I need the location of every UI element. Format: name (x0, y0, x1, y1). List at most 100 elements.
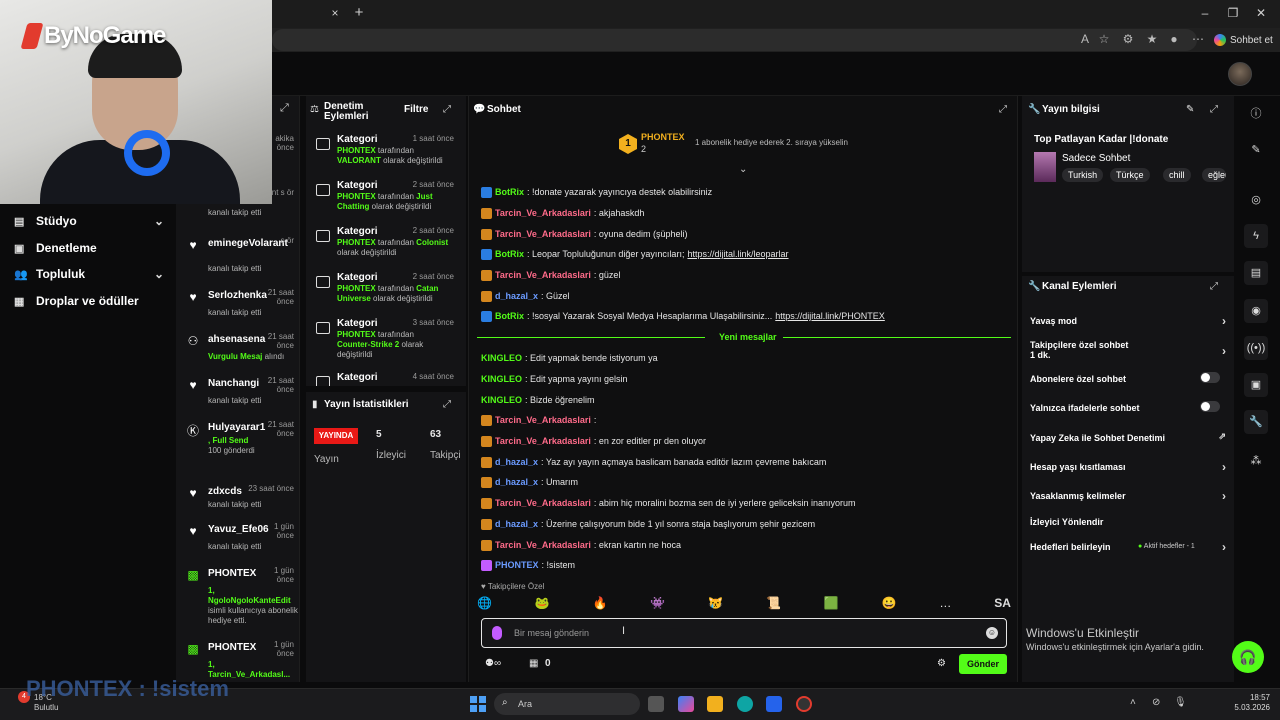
taskview-icon[interactable] (648, 696, 664, 712)
pencil-icon[interactable]: ✎ (1244, 138, 1268, 162)
activity-user[interactable]: Nanchangi (208, 378, 259, 389)
toggle[interactable] (1200, 372, 1220, 383)
banned-words-row[interactable]: Yasaklanmış kelimeler › (1030, 489, 1226, 503)
sidebar-item-community[interactable]: 👥 Topluluk ⌄ (14, 263, 164, 285)
broadcast-icon[interactable]: ((•)) (1244, 336, 1268, 360)
network-icon[interactable]: ⊘ (1152, 697, 1160, 708)
expand-icon[interactable]: ⤢ (443, 399, 455, 411)
windows-start-icon[interactable] (470, 696, 486, 712)
tag[interactable]: eğlen (1202, 168, 1226, 182)
chat-username[interactable]: BotRix (495, 187, 524, 197)
chat-username[interactable]: KINGLEO (481, 374, 522, 384)
chat-username[interactable]: Tarcin_Ve_Arkadaslari (495, 415, 591, 425)
chat-link[interactable]: https://dijital.link/leoparlar (687, 249, 788, 259)
minimize-icon[interactable]: – (1196, 6, 1214, 22)
pencil-icon[interactable]: ✎ (1186, 104, 1194, 115)
help-button[interactable]: 🎧 (1232, 641, 1264, 673)
expand-icon[interactable]: ⤢ (443, 104, 455, 116)
sidebar-item-moderation[interactable]: ▣ Denetleme (14, 237, 164, 259)
activity-user[interactable]: Hulyayarar1 (208, 422, 265, 433)
followers-only-row[interactable]: Takipçilere özel sohbet 1 dk. › (1030, 340, 1226, 360)
emote-icon[interactable]: 👾 (650, 596, 665, 614)
profile-icon[interactable]: ● (1166, 32, 1182, 48)
app-icon[interactable] (796, 696, 812, 712)
expand-icon[interactable]: ⤢ (1210, 104, 1222, 116)
edge-icon[interactable] (737, 696, 753, 712)
taskbar-search[interactable]: ⌕ Ara (494, 693, 640, 715)
chat-input[interactable]: Bir mesaj gönderin I ☺ (481, 618, 1007, 648)
apps-icon[interactable]: ⁂ (1244, 449, 1268, 473)
chat-username[interactable]: d_hazal_x (495, 519, 538, 529)
expand-icon[interactable]: ⤢ (1210, 281, 1222, 293)
chat-username[interactable]: KINGLEO (481, 353, 522, 363)
tag[interactable]: Türkçe (1110, 168, 1150, 182)
maximize-icon[interactable]: ❐ (1224, 6, 1242, 22)
ai-moderation-row[interactable]: Yapay Zeka ile Sohbet Denetimi ⇗ (1030, 431, 1226, 443)
activity-user[interactable]: Serlozhenka (208, 290, 267, 301)
chat-username[interactable]: Tarcin_Ve_Arkadaslari (495, 540, 591, 550)
emote-icon[interactable]: … (939, 596, 951, 614)
account-age-row[interactable]: Hesap yaşı kısıtlaması › (1030, 460, 1226, 474)
goals-row[interactable]: Hedefleri belirleyin ● Aktif hedefler - 1… (1030, 540, 1226, 554)
chat-username[interactable]: Tarcin_Ve_Arkadaslari (495, 498, 591, 508)
chat-link[interactable]: https://dijital.link/PHONTEX (775, 311, 885, 321)
clock[interactable]: 18:57 5.03.2026 (1196, 693, 1270, 713)
emote-icon[interactable]: 🔥 (593, 596, 608, 614)
sidebar-item-drops[interactable]: ▦ Droplar ve ödüller (14, 290, 164, 312)
emote-icon[interactable]: 😀 (882, 596, 897, 614)
sidebar-item-studio[interactable]: ▤ Stüdyo ⌄ (14, 210, 164, 232)
avatar[interactable] (1228, 62, 1252, 86)
favorite-star-icon[interactable]: ☆ (1096, 32, 1112, 48)
gift-leaderboard[interactable]: 1 PHONTEX 2 1 abonelik hediye ederek 2. … (619, 132, 879, 156)
more-icon[interactable]: ⋯ (1190, 32, 1206, 48)
toggle[interactable] (1200, 401, 1220, 412)
tag[interactable]: chill (1163, 168, 1191, 182)
layers-icon[interactable]: ▣ (1244, 373, 1268, 397)
slow-mode-row[interactable]: Yavaş mod › (1030, 314, 1226, 328)
send-button[interactable]: Gönder (959, 654, 1007, 674)
chat-username[interactable]: d_hazal_x (495, 457, 538, 467)
copilot-button[interactable]: Sohbet et (1214, 31, 1276, 49)
activity-user[interactable]: PHONTEX (208, 568, 256, 579)
lightning-icon[interactable]: ϟ (1244, 224, 1268, 248)
activity-user[interactable]: ahsenasena (208, 334, 265, 345)
close-tab-icon[interactable]: × (326, 6, 344, 22)
emote-icon[interactable]: 📜 (766, 596, 781, 614)
emote-only-row[interactable]: Yalnızca ifadelerle sohbet (1030, 401, 1226, 413)
favorites-icon[interactable]: ★ (1144, 32, 1160, 48)
tray-chevron-icon[interactable]: ˄ (1130, 697, 1136, 708)
chat-username[interactable]: KINGLEO (481, 395, 522, 405)
explorer-icon[interactable] (707, 696, 723, 712)
tag[interactable]: Turkish (1062, 168, 1104, 182)
filter-button[interactable]: Filtre (404, 104, 428, 115)
emote-icon[interactable]: 😿 (708, 596, 723, 614)
close-window-icon[interactable]: ✕ (1252, 6, 1270, 22)
target-icon[interactable]: ◎ (1244, 188, 1268, 212)
expand-icon[interactable]: ⤢ (280, 102, 294, 116)
emote-icon[interactable]: 🐸 (535, 596, 550, 614)
chat-username[interactable]: BotRix (495, 249, 524, 259)
emote-icon[interactable]: 🟩 (824, 596, 839, 614)
wrench-icon[interactable]: 🔧 (1244, 410, 1268, 434)
store-icon[interactable]: ▦ (529, 658, 538, 669)
store-app-icon[interactable] (766, 696, 782, 712)
chat-username[interactable]: d_hazal_x (495, 477, 538, 487)
chat-username[interactable]: Tarcin_Ve_Arkadaslari (495, 270, 591, 280)
subscribers-only-row[interactable]: Abonelere özel sohbet (1030, 372, 1226, 384)
chat-username[interactable]: Tarcin_Ve_Arkadaslari (495, 229, 591, 239)
chat-username[interactable]: d_hazal_x (495, 291, 538, 301)
info-icon[interactable]: ⓘ (1244, 102, 1268, 126)
people-icon[interactable]: ⚉∞ (485, 658, 501, 669)
emoji-icon[interactable]: ☺ (986, 627, 998, 639)
chat-username[interactable]: Tarcin_Ve_Arkadaslari (495, 436, 591, 446)
copilot-app-icon[interactable] (678, 696, 694, 712)
notes-icon[interactable]: ▤ (1244, 261, 1268, 285)
raid-row[interactable]: İzleyici Yönlendir (1030, 517, 1226, 527)
mic-tray-icon[interactable]: 🎙 (1174, 697, 1187, 708)
chat-username[interactable]: PHONTEX (495, 560, 539, 570)
activity-user[interactable]: PHONTEX (208, 642, 256, 653)
emote-icon[interactable]: 🌐 (477, 596, 492, 614)
extensions-icon[interactable]: ⚙ (1120, 32, 1136, 48)
chat-username[interactable]: Tarcin_Ve_Arkadaslari (495, 208, 591, 218)
chat-bubble-icon[interactable]: ◉ (1244, 299, 1268, 323)
